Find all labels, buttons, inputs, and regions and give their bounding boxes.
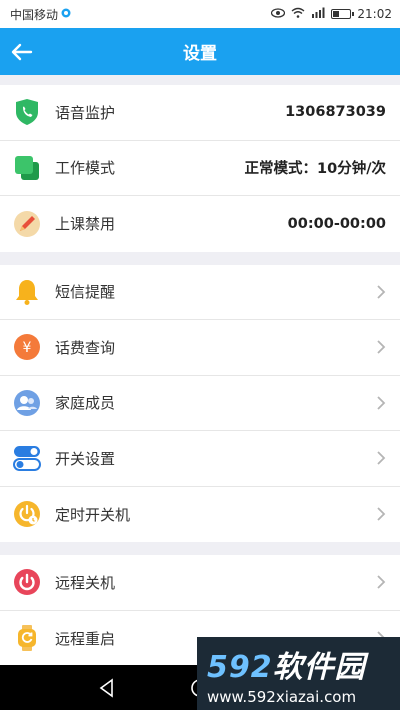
toggle-icon <box>13 444 41 472</box>
timed-power-label: 定时开关机 <box>55 505 131 524</box>
remote-shutdown-row[interactable]: 远程关机 <box>0 555 400 611</box>
section-spacer <box>0 75 400 85</box>
phone-shield-icon <box>13 98 41 126</box>
back-arrow-icon[interactable] <box>10 40 34 64</box>
watermark-brand: 592软件园 <box>207 642 400 686</box>
restart-watch-icon <box>13 624 41 652</box>
chevron-right-icon <box>377 507 386 521</box>
status-time: 21:02 <box>357 7 392 21</box>
work-mode-icon <box>13 154 41 182</box>
wifi-icon <box>291 7 305 21</box>
pencil-icon <box>13 210 41 238</box>
svg-text:¥: ¥ <box>23 340 32 356</box>
site-watermark: 592软件园 www.592xiazai.com <box>197 637 400 710</box>
family-icon <box>13 389 41 417</box>
app-bar: 设置 <box>0 28 400 75</box>
hd-icon <box>61 7 71 21</box>
chevron-right-icon <box>377 340 386 354</box>
voice-monitor-label: 语音监护 <box>55 103 116 122</box>
sms-reminder-label: 短信提醒 <box>55 283 116 302</box>
settings-group-features: 短信提醒 ¥ 话费查询 家庭成员 开关设置 定时开关机 <box>0 264 400 542</box>
class-disable-label: 上课禁用 <box>55 215 116 234</box>
signal-icon <box>311 7 325 21</box>
page-title: 设置 <box>183 44 217 64</box>
power-icon <box>13 568 41 596</box>
class-disable-value: 00:00-00:00 <box>287 215 386 232</box>
watermark-brand-text: 软件园 <box>272 649 366 685</box>
battery-icon <box>331 9 355 19</box>
chevron-right-icon <box>377 451 386 465</box>
watermark-url: www.592xiazai.com <box>207 687 357 706</box>
section-spacer <box>0 542 400 555</box>
voice-monitor-value: 1306873039 <box>285 104 386 121</box>
status-left: 中国移动 <box>10 6 71 23</box>
eye-icon <box>271 7 286 21</box>
switch-settings-row[interactable]: 开关设置 <box>0 431 400 487</box>
work-mode-value: 正常模式：10分钟/次 <box>244 161 386 178</box>
work-mode-label: 工作模式 <box>55 159 116 178</box>
chevron-right-icon <box>377 396 386 410</box>
status-right: 21:02 <box>271 7 392 21</box>
remote-shutdown-label: 远程关机 <box>55 573 116 592</box>
timer-power-icon <box>13 500 41 528</box>
section-spacer <box>0 251 400 265</box>
balance-query-label: 话费查询 <box>55 338 116 357</box>
bell-icon <box>13 278 41 306</box>
family-members-row[interactable]: 家庭成员 <box>0 375 400 431</box>
carrier-label: 中国移动 <box>10 7 59 22</box>
settings-group-device: 语音监护 1306873039 工作模式 正常模式：10分钟/次 上课禁用 00… <box>0 85 400 252</box>
timed-power-row[interactable]: 定时开关机 <box>0 486 400 542</box>
balance-query-row[interactable]: ¥ 话费查询 <box>0 320 400 376</box>
yuan-icon: ¥ <box>13 333 41 361</box>
switch-settings-label: 开关设置 <box>55 449 116 468</box>
class-disable-row[interactable]: 上课禁用 00:00-00:00 <box>0 196 400 252</box>
nav-back-icon[interactable] <box>96 677 118 699</box>
family-members-label: 家庭成员 <box>55 394 116 413</box>
status-bar: 中国移动 21:02 <box>0 0 400 28</box>
sms-reminder-row[interactable]: 短信提醒 <box>0 264 400 320</box>
voice-monitor-row[interactable]: 语音监护 1306873039 <box>0 85 400 141</box>
chevron-right-icon <box>377 285 386 299</box>
watermark-brand-number: 592 <box>207 649 273 685</box>
work-mode-row[interactable]: 工作模式 正常模式：10分钟/次 <box>0 140 400 196</box>
chevron-right-icon <box>377 575 386 589</box>
